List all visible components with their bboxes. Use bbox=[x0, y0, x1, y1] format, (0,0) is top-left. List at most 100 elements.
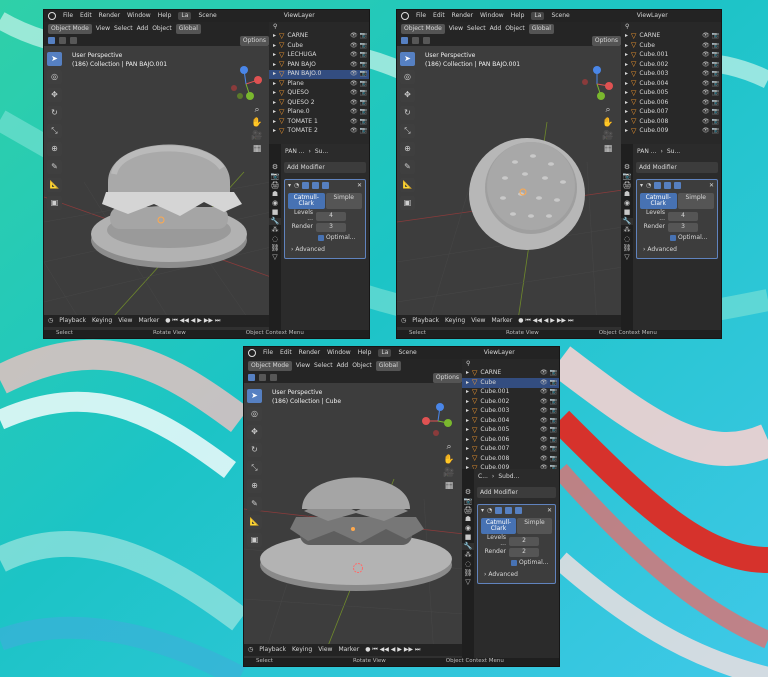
editor-type-icon[interactable]: ◷ bbox=[401, 318, 406, 324]
world-tab-icon[interactable]: ◉ bbox=[624, 200, 630, 207]
outliner-item[interactable]: ▸ ▽ Cube.008 👁 📷 bbox=[462, 454, 559, 464]
zoom-icon[interactable]: ⌕ bbox=[605, 106, 610, 115]
visibility-icon[interactable]: 👁 📷 bbox=[540, 455, 557, 462]
transform-icon[interactable]: ⊕ bbox=[400, 142, 415, 156]
outliner-item[interactable]: ▸ ▽ TOMATE 1 👁 📷 bbox=[269, 117, 369, 127]
mode-selector[interactable]: Object Mode bbox=[248, 360, 292, 371]
visibility-icon[interactable]: 👁 📷 bbox=[540, 427, 557, 433]
chevron-right-icon[interactable]: › bbox=[643, 246, 645, 253]
expand-arrow-icon[interactable]: ▸ bbox=[625, 61, 628, 68]
navigation-gizmo[interactable] bbox=[420, 403, 456, 439]
pan-hand-icon[interactable]: ✋ bbox=[443, 456, 454, 465]
filter-icon[interactable]: ⚲ bbox=[625, 23, 629, 30]
menu-view[interactable]: View bbox=[96, 25, 110, 32]
scene-selector[interactable]: Scene bbox=[198, 13, 216, 19]
burger-model[interactable] bbox=[256, 459, 456, 609]
scale-icon[interactable]: ⤡ bbox=[400, 124, 415, 138]
particles-tab-icon[interactable]: ⁂ bbox=[624, 227, 631, 234]
select-mode-icon[interactable] bbox=[48, 37, 55, 44]
edit-mode-toggle-icon[interactable] bbox=[495, 507, 503, 514]
menu-view[interactable]: View bbox=[296, 362, 310, 369]
outliner-item[interactable]: ▸ ▽ Cube 👁 📷 bbox=[621, 41, 721, 51]
expand-arrow-icon[interactable]: ▸ bbox=[273, 52, 276, 58]
menu-render[interactable]: Render bbox=[452, 13, 473, 19]
move-icon[interactable]: ✥ bbox=[247, 425, 262, 439]
visibility-icon[interactable]: 👁 📷 bbox=[350, 109, 367, 115]
outliner-item[interactable]: ▸ ▽ QUESO 👁 📷 bbox=[269, 89, 369, 99]
3d-cursor-icon[interactable]: ◎ bbox=[400, 70, 415, 84]
render-field[interactable]: 3 bbox=[668, 222, 698, 232]
advanced-section[interactable]: Advanced bbox=[488, 571, 518, 578]
expand-arrow-icon[interactable]: ▸ bbox=[625, 71, 628, 77]
scene-tab-icon[interactable]: ☗ bbox=[272, 191, 278, 198]
outliner-item[interactable]: ▸ ▽ Cube.004 👁 📷 bbox=[462, 416, 559, 426]
outliner-item[interactable]: ▸ ▽ Cube.007 👁 📷 bbox=[621, 108, 721, 118]
outliner-item[interactable]: ▸ ▽ Cube.006 👁 📷 bbox=[462, 435, 559, 445]
burger-model-top-view[interactable] bbox=[467, 132, 587, 252]
visibility-icon[interactable]: 👁 📷 bbox=[702, 42, 719, 49]
view-layer-selector[interactable]: ViewLayer bbox=[284, 13, 315, 19]
scene-selector[interactable]: Scene bbox=[551, 13, 569, 19]
menu-help[interactable]: Help bbox=[511, 13, 525, 19]
visibility-icon[interactable]: 👁 📷 bbox=[540, 408, 557, 414]
camera-icon[interactable]: 🎥 bbox=[443, 469, 454, 478]
visibility-icon[interactable]: 👁 📷 bbox=[702, 80, 719, 87]
visibility-icon[interactable]: 👁 📷 bbox=[350, 99, 367, 106]
outliner-item[interactable]: ▸ ▽ Cube.004 👁 📷 bbox=[621, 79, 721, 89]
menu-marker[interactable]: Marker bbox=[138, 318, 159, 324]
navigation-gizmo[interactable] bbox=[579, 66, 615, 102]
outliner-item[interactable]: ▸ ▽ CARNE 👁 📷 bbox=[621, 32, 721, 42]
levels-field[interactable]: 4 bbox=[668, 211, 698, 221]
mode-selector[interactable]: Object Mode bbox=[401, 23, 445, 34]
chevron-right-icon[interactable]: › bbox=[484, 571, 486, 578]
cursor-select-icon[interactable]: ➤ bbox=[47, 52, 62, 66]
advanced-section[interactable]: Advanced bbox=[295, 246, 325, 253]
cursor-select-icon[interactable]: ➤ bbox=[400, 52, 415, 66]
zoom-icon[interactable]: ⌕ bbox=[446, 443, 451, 452]
visibility-icon[interactable]: 👁 📷 bbox=[702, 71, 719, 77]
playback-controls[interactable]: ● ⏮ ◀◀ ◀ ▶ ▶▶ ⏭ bbox=[165, 318, 220, 324]
menu-edit[interactable]: Edit bbox=[433, 13, 445, 19]
filter-icon[interactable]: ⚲ bbox=[466, 360, 470, 367]
optimal-checkbox[interactable] bbox=[511, 560, 517, 566]
visibility-icon[interactable]: 👁 📷 bbox=[702, 33, 719, 39]
expand-arrow-icon[interactable]: ▸ bbox=[625, 99, 628, 106]
constraints-tab-icon[interactable]: ⛓ bbox=[464, 570, 473, 577]
output-tab-icon[interactable]: 🖨 bbox=[271, 182, 280, 189]
select-extend-icon[interactable] bbox=[412, 37, 419, 44]
expand-arrow-icon[interactable]: ▸ bbox=[466, 389, 469, 395]
data-tab-icon[interactable]: ▽ bbox=[465, 579, 470, 586]
expand-arrow-icon[interactable]: ▸ bbox=[466, 398, 469, 405]
particles-tab-icon[interactable]: ⁂ bbox=[272, 227, 279, 234]
transform-icon[interactable]: ⊕ bbox=[47, 142, 62, 156]
render-toggle-icon[interactable] bbox=[322, 182, 330, 189]
outliner-item[interactable]: ▸ ▽ Cube.005 👁 📷 bbox=[462, 426, 559, 436]
menu-keying[interactable]: Keying bbox=[92, 318, 112, 324]
outliner-item[interactable]: ▸ ▽ CARNE 👁 📷 bbox=[269, 32, 369, 42]
add-cube-icon[interactable]: ▣ bbox=[247, 533, 262, 547]
add-cube-icon[interactable]: ▣ bbox=[400, 196, 415, 210]
close-icon[interactable]: ✕ bbox=[357, 182, 362, 189]
visibility-icon[interactable]: 👁 📷 bbox=[702, 90, 719, 96]
blender-logo-icon[interactable] bbox=[248, 349, 256, 357]
object-tab-icon[interactable]: ■ bbox=[272, 209, 279, 216]
visibility-icon[interactable]: 👁 📷 bbox=[540, 446, 557, 452]
visibility-icon[interactable]: 👁 📷 bbox=[702, 128, 719, 134]
grid-view-icon[interactable]: ▦ bbox=[445, 482, 454, 491]
view-layer-selector[interactable]: ViewLayer bbox=[484, 350, 515, 356]
visibility-icon[interactable]: 👁 📷 bbox=[350, 42, 367, 49]
expand-arrow-icon[interactable]: ▸ bbox=[273, 61, 276, 68]
transform-orientation[interactable]: Global bbox=[375, 360, 401, 371]
edit-mode-toggle-icon[interactable] bbox=[654, 182, 662, 189]
visibility-icon[interactable]: 👁 📷 bbox=[540, 398, 557, 405]
burger-model[interactable] bbox=[84, 122, 254, 282]
menu-file[interactable]: File bbox=[263, 350, 273, 356]
visibility-icon[interactable]: 👁 📷 bbox=[702, 52, 719, 58]
expand-arrow-icon[interactable]: ▸ bbox=[625, 118, 628, 125]
render-field[interactable]: 3 bbox=[316, 222, 346, 232]
outliner-item[interactable]: ▸ ▽ PAN BAJO 👁 📷 bbox=[269, 60, 369, 70]
world-tab-icon[interactable]: ◉ bbox=[272, 200, 278, 207]
expand-arrow-icon[interactable]: ▸ bbox=[466, 370, 469, 376]
3d-cursor-icon[interactable]: ◎ bbox=[247, 407, 262, 421]
scene-tab-icon[interactable]: ☗ bbox=[465, 516, 471, 523]
